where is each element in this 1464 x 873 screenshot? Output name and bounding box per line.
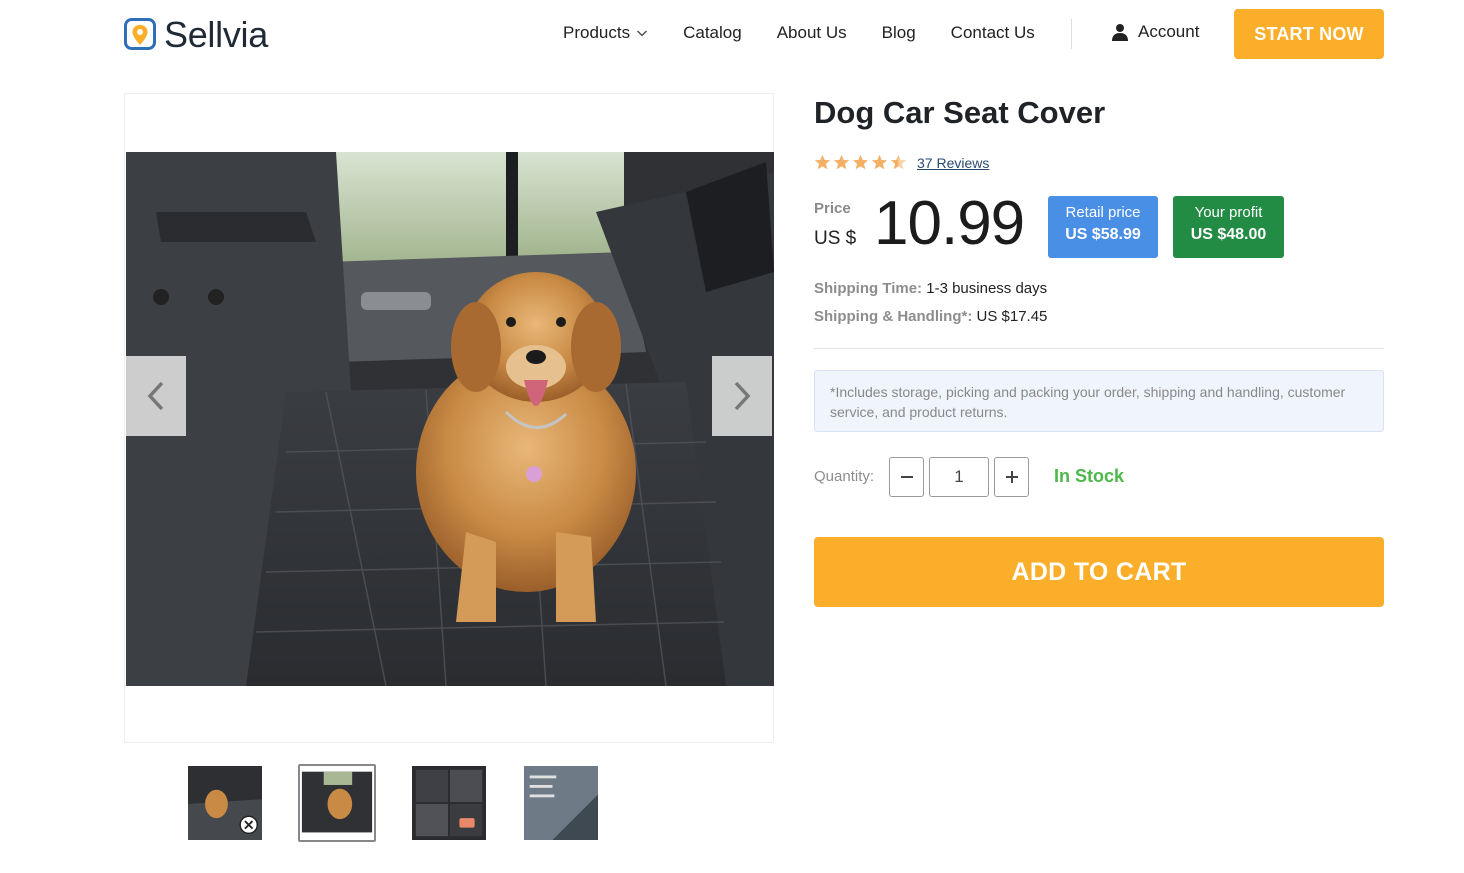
start-now-button[interactable]: START NOW <box>1234 9 1384 59</box>
chevron-down-icon <box>637 30 648 37</box>
nav-item-catalog[interactable]: Catalog <box>683 22 742 44</box>
price-currency: US $ <box>814 228 857 249</box>
nav-item-label: Products <box>563 23 631 42</box>
site-header: Sellvia Products Catalog About Us Blog C… <box>0 0 1464 68</box>
logo-text: Sellvia <box>164 14 268 55</box>
product-main-image <box>126 152 774 686</box>
profit-label: Your profit <box>1194 204 1263 221</box>
nav-item-label: Contact Us <box>950 23 1035 42</box>
star-icon <box>814 154 831 170</box>
nav-item-label: Blog <box>881 23 916 42</box>
thumbnail-image <box>412 766 486 840</box>
retail-price-badge: Retail price US $58.99 <box>1048 196 1158 258</box>
rating: 37 Reviews <box>814 154 989 171</box>
thumbnail-2[interactable] <box>298 764 376 842</box>
shipping-handling-value: US $17.45 <box>976 308 1048 325</box>
star-half-icon <box>890 154 907 170</box>
add-to-cart-button[interactable]: ADD TO CART <box>814 537 1384 607</box>
logo-mark-icon <box>124 17 156 50</box>
logo[interactable]: Sellvia <box>124 15 268 55</box>
quantity-input[interactable] <box>929 457 989 497</box>
thumbnail-image <box>524 766 598 840</box>
thumbnail-4[interactable] <box>522 764 600 842</box>
chevron-left-icon <box>147 381 164 411</box>
nav-item-contact-us[interactable]: Contact Us <box>951 22 1035 44</box>
nav-item-blog[interactable]: Blog <box>882 22 916 44</box>
nav-item-label: About Us <box>776 23 847 42</box>
quantity-increase-button[interactable] <box>994 457 1029 497</box>
main-nav: Products Catalog About Us Blog Contact U… <box>563 22 1070 44</box>
minus-icon <box>900 476 913 478</box>
plus-icon <box>1005 471 1018 483</box>
shipping-time-value: 1-3 business days <box>926 280 1048 297</box>
divider <box>814 348 1384 349</box>
star-icon <box>833 154 850 170</box>
chevron-right-icon <box>734 381 751 411</box>
product-title: Dog Car Seat Cover <box>814 95 1106 130</box>
account-link[interactable]: Account <box>1111 22 1199 42</box>
dog-seat-cover-photo <box>126 152 774 686</box>
shipping-time: Shipping Time: 1-3 business days <box>814 280 1047 297</box>
star-icon <box>871 154 888 170</box>
thumbnail-strip <box>186 764 634 842</box>
thumbnail-1[interactable] <box>186 764 264 842</box>
retail-price-label: Retail price <box>1065 204 1141 221</box>
star-icon <box>852 154 869 170</box>
shipping-handling: Shipping & Handling*: US $17.45 <box>814 308 1047 325</box>
shipping-note: *Includes storage, picking and packing y… <box>814 370 1384 432</box>
next-image-button[interactable] <box>712 356 772 436</box>
shipping-handling-label: Shipping & Handling*: <box>814 308 973 325</box>
nav-item-products[interactable]: Products <box>563 22 648 44</box>
price-label: Price <box>814 200 851 217</box>
retail-price-value: US $58.99 <box>1065 226 1141 243</box>
thumbnail-image <box>300 766 374 840</box>
nav-item-about-us[interactable]: About Us <box>777 22 847 44</box>
thumbnail-image <box>188 766 262 840</box>
nav-divider <box>1071 19 1072 49</box>
thumbnail-3[interactable] <box>410 764 488 842</box>
quantity-label: Quantity: <box>814 468 875 485</box>
nav-item-label: Catalog <box>683 23 742 42</box>
account-label: Account <box>1138 22 1200 41</box>
shipping-time-label: Shipping Time: <box>814 280 923 297</box>
reviews-link[interactable]: 37 Reviews <box>917 155 989 171</box>
quantity-decrease-button[interactable] <box>889 457 924 497</box>
product-gallery <box>124 93 774 743</box>
user-icon <box>1112 24 1128 41</box>
price-value: 10.99 <box>874 189 1025 258</box>
profit-value: US $48.00 <box>1190 226 1267 243</box>
stock-status: In Stock <box>1054 466 1125 486</box>
profit-badge: Your profit US $48.00 <box>1173 196 1284 258</box>
prev-image-button[interactable] <box>126 356 186 436</box>
